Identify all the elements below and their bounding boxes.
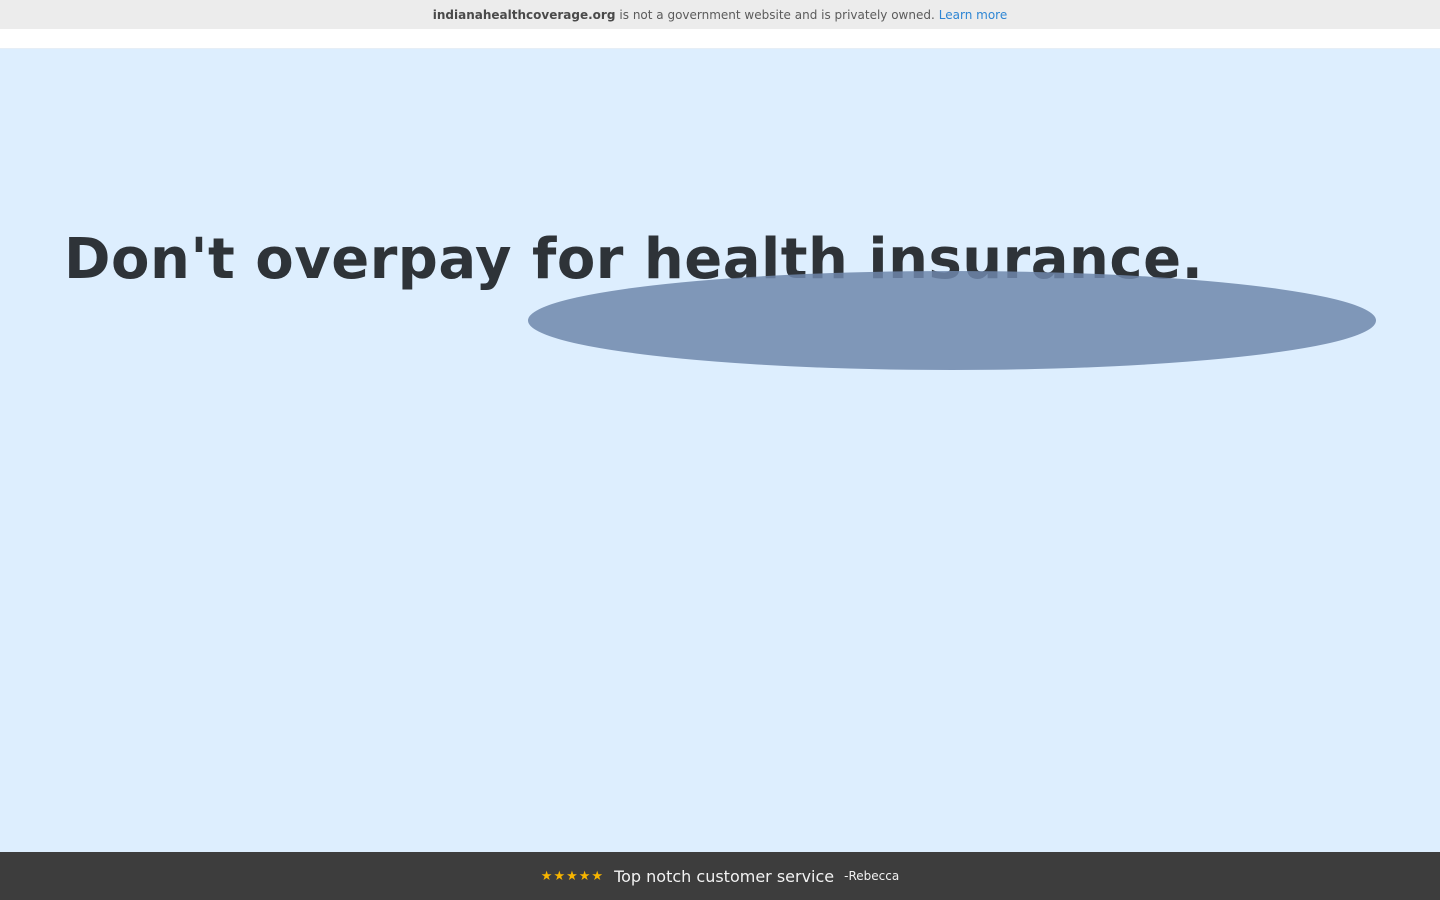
rating-stars-icon: ★★★★★: [540, 868, 605, 884]
learn-more-link[interactable]: Learn more: [939, 8, 1007, 22]
disclaimer-bar: indianahealthcoverage.org is not a gover…: [0, 0, 1440, 29]
disclaimer-message: is not a government website and is priva…: [619, 7, 935, 22]
review-author: -Rebecca: [844, 869, 900, 883]
loading-placeholder-shape: [528, 271, 1376, 370]
disclaimer-site-name: indianahealthcoverage.org: [432, 7, 616, 22]
hero-section: Don't overpay for health insurance.: [0, 49, 1440, 852]
review-quote: Top notch customer service: [614, 866, 835, 886]
site-header: [0, 29, 1440, 49]
review-bar: ★★★★★ Top notch customer service -Rebecc…: [0, 852, 1440, 900]
